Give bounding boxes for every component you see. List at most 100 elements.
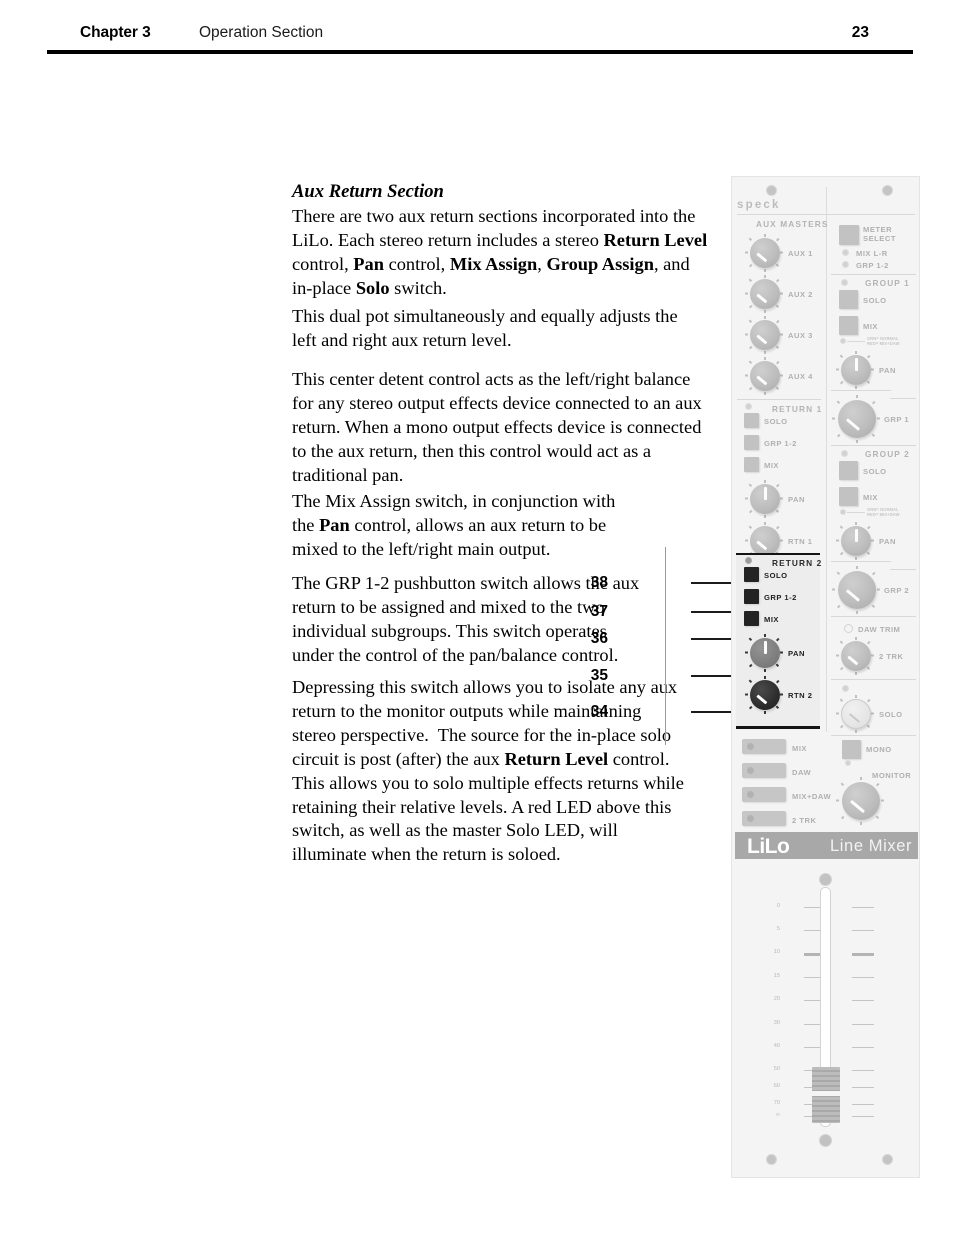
aux-2-knob-pointer bbox=[756, 293, 768, 304]
group-1-pan-knob[interactable] bbox=[841, 355, 871, 385]
section-intro-paragraph: There are two aux return sections incorp… bbox=[292, 205, 708, 298]
return-1-pan-knob-pointer bbox=[764, 487, 767, 500]
return-1-grp-1-2-button[interactable] bbox=[744, 435, 759, 450]
group-1-status-led bbox=[840, 338, 846, 344]
group-2-status-led bbox=[840, 509, 846, 515]
source-2-trk-button[interactable] bbox=[742, 811, 786, 826]
meter-select-button[interactable] bbox=[839, 225, 859, 245]
group-2-tab-notch-b bbox=[889, 569, 917, 570]
fader-handle-gap bbox=[812, 1091, 840, 1096]
source-mix-button[interactable] bbox=[742, 739, 786, 754]
return-1-mix-button[interactable] bbox=[744, 457, 759, 472]
group-2-solo-button[interactable] bbox=[839, 461, 858, 480]
group-1-mix-button[interactable] bbox=[839, 316, 858, 335]
master-solo-knob[interactable] bbox=[841, 699, 871, 729]
lilo-mixer-panel-diagram: speck AUX MASTERS AUX 1 AUX 2 AUX 3 AUX … bbox=[731, 176, 920, 1178]
header-divider-rule bbox=[47, 50, 913, 54]
source-2-trk-label: 2 TRK bbox=[792, 816, 817, 825]
page-number: 23 bbox=[851, 24, 869, 41]
fader-tick-label-30: 30 bbox=[773, 1020, 780, 1026]
panel-screw-bottom-left bbox=[766, 1154, 777, 1165]
grp-1-label: GRP 1 bbox=[884, 415, 910, 424]
aux-4-knob[interactable] bbox=[750, 361, 780, 391]
return-1-grp-1-2-label: GRP 1-2 bbox=[764, 439, 797, 448]
fader-tick-label-15: 15 bbox=[773, 973, 780, 979]
callout-number-38: 38 bbox=[590, 574, 608, 591]
source-mix-daw-label: MIX+DAW bbox=[792, 792, 832, 801]
aux-masters-section-divider bbox=[737, 399, 821, 400]
item-text-34: This dual pot simultaneously and equally… bbox=[292, 306, 678, 350]
aux-masters-title: AUX MASTERS bbox=[756, 219, 829, 229]
source-mix-daw-button[interactable] bbox=[742, 787, 786, 802]
panel-screw-top-right bbox=[882, 185, 893, 196]
return-2-mix-label: MIX bbox=[764, 615, 780, 624]
callout-number-37: 37 bbox=[590, 603, 608, 620]
2-trk-label: 2 TRK bbox=[879, 652, 904, 661]
header-chapter: Chapter 3 bbox=[80, 24, 151, 41]
return-2-pan-knob[interactable] bbox=[750, 638, 780, 668]
master-fader-assembly: 0 5 10 15 20 30 40 50 60 70 ∞ bbox=[732, 867, 921, 1167]
source-daw-button[interactable] bbox=[742, 763, 786, 778]
daw-trim-label: DAW TRIM bbox=[858, 625, 901, 634]
return-1-solo-label: SOLO bbox=[764, 417, 788, 426]
group-2-title: GROUP 2 bbox=[865, 449, 910, 459]
line-mixer-text: Line Mixer bbox=[830, 837, 913, 855]
return-1-solo-led bbox=[745, 403, 752, 410]
grp-1-knob[interactable] bbox=[838, 400, 876, 438]
group-2-solo-led bbox=[841, 450, 848, 457]
panel-screw-top-left bbox=[766, 185, 777, 196]
aux-1-label: AUX 1 bbox=[788, 249, 813, 258]
return-2-solo-button[interactable] bbox=[744, 567, 759, 582]
group-1-solo-led bbox=[841, 279, 848, 286]
return-1-pan-knob[interactable] bbox=[750, 484, 780, 514]
return-2-level-label: RTN 2 bbox=[788, 691, 813, 700]
fader-tick-label-20: 20 bbox=[773, 996, 780, 1002]
return-1-title: RETURN 1 bbox=[772, 404, 823, 414]
return-1-mix-label: MIX bbox=[764, 461, 780, 470]
item-text-35: This center detent control acts as the l… bbox=[292, 369, 702, 485]
panel-column-divider bbox=[826, 187, 827, 732]
return-2-level-knob[interactable] bbox=[750, 680, 780, 710]
group-1-mix-label: MIX bbox=[863, 322, 879, 331]
monitor-knob[interactable] bbox=[842, 782, 880, 820]
return-2-pan-knob-pointer bbox=[764, 641, 767, 654]
aux-4-knob-pointer bbox=[756, 375, 768, 386]
return-1-level-knob-pointer bbox=[756, 540, 768, 551]
source-mix-label: MIX bbox=[792, 744, 808, 753]
return-2-grp-1-2-button[interactable] bbox=[744, 589, 759, 604]
monitor-knob-pointer bbox=[850, 799, 865, 814]
section-intro: Aux Return Section There are two aux ret… bbox=[292, 180, 712, 301]
daw-trim-icon bbox=[844, 624, 853, 633]
return-2-solo-led bbox=[745, 557, 752, 564]
group-2-mix-button[interactable] bbox=[839, 487, 858, 506]
mono-button[interactable] bbox=[842, 740, 861, 759]
fader-screw-top bbox=[819, 873, 832, 886]
group-2-mix-label: MIX bbox=[863, 493, 879, 502]
group-1-solo-button[interactable] bbox=[839, 290, 858, 309]
fader-screw-bottom bbox=[819, 1134, 832, 1147]
master-solo-knob-pointer bbox=[848, 713, 861, 723]
aux-2-knob[interactable] bbox=[750, 279, 780, 309]
aux-1-knob[interactable] bbox=[750, 238, 780, 268]
aux-4-label: AUX 4 bbox=[788, 372, 813, 381]
2-trk-knob-pointer bbox=[847, 655, 859, 666]
group-1-led-leader bbox=[847, 341, 865, 342]
2-trk-knob[interactable] bbox=[841, 641, 871, 671]
return-1-solo-button[interactable] bbox=[744, 413, 759, 428]
return-2-highlight-bottom-bar bbox=[736, 726, 820, 729]
aux-3-knob[interactable] bbox=[750, 320, 780, 350]
product-logo-band: LiLo Line Mixer bbox=[735, 832, 918, 859]
group-2-pan-knob-pointer bbox=[855, 529, 858, 542]
aux-2-label: AUX 2 bbox=[788, 290, 813, 299]
daw-trim-section-divider bbox=[831, 679, 916, 680]
group-2-solo-label: SOLO bbox=[863, 467, 887, 476]
fader-tick-label-70: 70 bbox=[773, 1100, 780, 1106]
group-2-pan-knob[interactable] bbox=[841, 526, 871, 556]
grp-2-knob-pointer bbox=[845, 589, 861, 602]
meter-mix-lr-label: MIX L-R bbox=[856, 249, 888, 258]
return-2-solo-label: SOLO bbox=[764, 571, 788, 580]
return-2-mix-button[interactable] bbox=[744, 611, 759, 626]
return-1-level-knob[interactable] bbox=[750, 526, 780, 556]
fader-tick-label-50: 50 bbox=[773, 1066, 780, 1072]
grp-2-knob[interactable] bbox=[838, 571, 876, 609]
